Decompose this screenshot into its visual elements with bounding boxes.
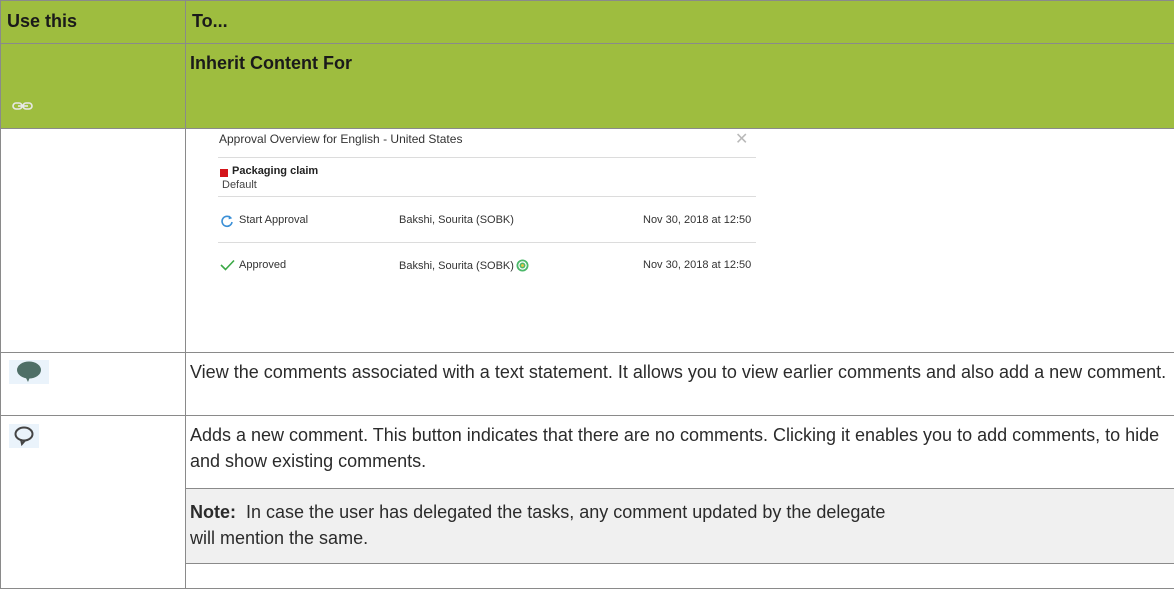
approved-badge-icon [516,259,529,272]
divider [218,242,756,243]
event-action: Start Approval [239,214,309,226]
divider [218,196,756,197]
outline-speech-bubble-icon [9,424,39,448]
empty-icon-cell [0,128,186,353]
view-comments-description: View the comments associated with a text… [190,362,1167,382]
note-label: Note: [190,502,236,522]
claim-status-marker [220,169,228,177]
note-text-line1: In case the user has delegated the tasks… [246,502,886,522]
header-use-this: Use this [0,0,186,44]
event-user-with-badge: Bakshi, Sourita (SOBK) [399,259,529,272]
add-comment-description: Adds a new comment. This button indicate… [190,425,1160,471]
table-header-row: Use this To... [0,0,1174,44]
note-text-line2: will mention the same. [190,528,369,548]
description-cell: View the comments associated with a text… [185,352,1174,416]
claim-variant: Default [222,179,257,191]
screenshot-cell: Approval Overview for English - United S… [185,128,1174,353]
header-to: To... [185,0,1174,44]
icon-cell [0,352,186,416]
table-row: Adds a new comment. This button indicate… [0,415,1174,589]
chain-link-icon [12,102,33,110]
table-row: Inherit Content For [0,43,1174,129]
event-date: Nov 30, 2018 at 12:50 [643,259,752,271]
filled-speech-bubble-icon [9,360,49,384]
description-cell: Adds a new comment. This button indicate… [185,415,1174,589]
note-box: Note: In case the user has delegated the… [186,488,1174,564]
approval-overview-panel: Approval Overview for English - United S… [218,130,756,300]
checkmark-icon [220,259,235,271]
approval-event-row: Approved Bakshi, Sourita (SOBK) Nov 30, … [218,256,756,276]
event-user: Bakshi, Sourita (SOBK) [399,214,514,226]
table-row: View the comments associated with a text… [0,352,1174,416]
icon-reference-table: Use this To... Inherit Content For Appro… [0,0,1174,589]
event-action: Approved [239,259,287,271]
inherit-content-title: Inherit Content For [185,43,1174,129]
approval-event-row: Start Approval Bakshi, Sourita (SOBK) No… [218,211,756,231]
event-user: Bakshi, Sourita (SOBK) [399,260,514,272]
divider [218,157,756,158]
close-icon[interactable]: ✕ [735,129,748,149]
panel-title: Approval Overview for English - United S… [219,132,463,146]
claim-name: Packaging claim [232,165,319,177]
event-date: Nov 30, 2018 at 12:50 [643,214,752,226]
refresh-icon [221,215,233,228]
icon-cell [0,43,186,129]
icon-cell [0,415,186,589]
table-row: Approval Overview for English - United S… [0,128,1174,353]
